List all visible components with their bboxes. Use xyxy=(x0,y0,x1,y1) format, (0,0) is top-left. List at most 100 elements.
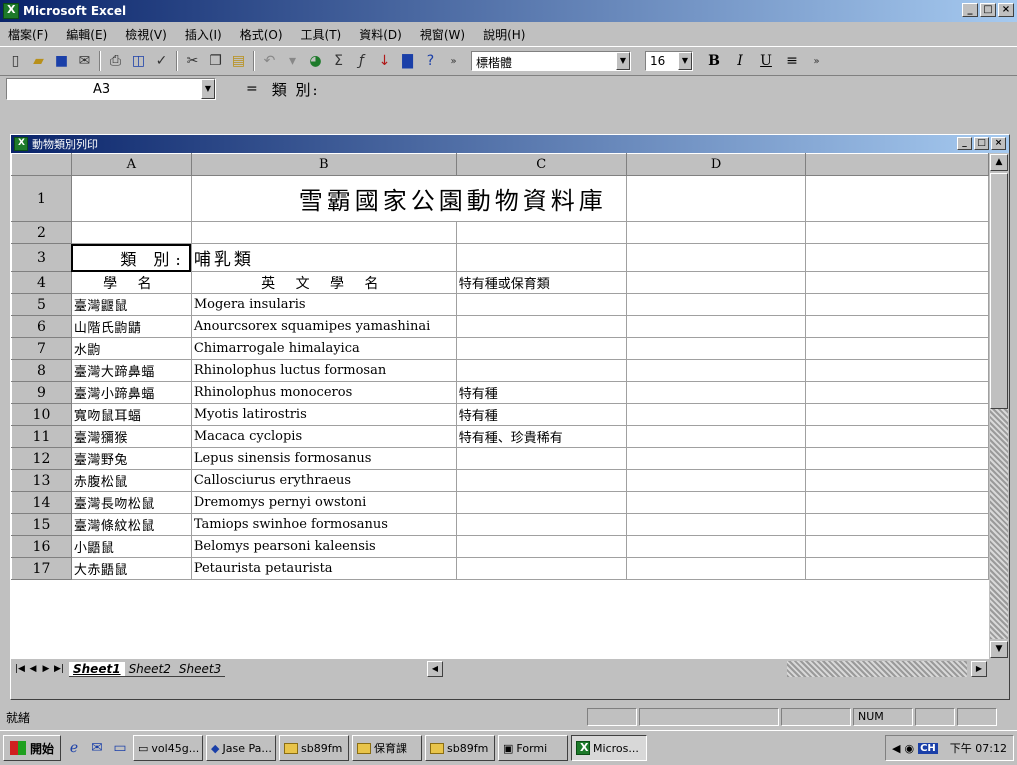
cell-a11[interactable]: 臺灣獼猴 xyxy=(70,425,192,448)
cell-b6[interactable]: Anourcsorex squamipes yamashinai xyxy=(190,315,457,338)
row-header[interactable]: 11 xyxy=(11,425,72,448)
cell-d6[interactable] xyxy=(625,315,807,338)
menu-tools[interactable]: 工具(T) xyxy=(299,24,344,45)
cell-e8[interactable] xyxy=(805,359,989,382)
minimize-button[interactable]: _ xyxy=(957,137,972,150)
cell-a9[interactable]: 臺灣小蹄鼻蝠 xyxy=(70,381,192,404)
cell-e7[interactable] xyxy=(805,337,989,360)
cell-b13[interactable]: Callosciurus erythraeus xyxy=(190,469,457,492)
column-header-a[interactable]: A xyxy=(70,153,192,176)
cell-b17[interactable]: Petaurista petaurista xyxy=(190,557,457,580)
tab-sheet2[interactable]: Sheet2 xyxy=(124,662,175,677)
row-header[interactable]: 9 xyxy=(11,381,72,404)
cell-a8[interactable]: 臺灣大蹄鼻蝠 xyxy=(70,359,192,382)
cell-c5[interactable] xyxy=(455,293,627,316)
cell-e6[interactable] xyxy=(805,315,989,338)
cell-d8[interactable] xyxy=(625,359,807,382)
cell-a6[interactable]: 山階氏鼩鼱 xyxy=(70,315,192,338)
cell-c16[interactable] xyxy=(455,535,627,558)
chevron-down-icon[interactable]: ▼ xyxy=(201,79,215,99)
cell-a12[interactable]: 臺灣野兔 xyxy=(70,447,192,470)
cell-b1-title[interactable]: 雪霸國家公園動物資料庫 xyxy=(190,175,627,222)
cell-e11[interactable] xyxy=(805,425,989,448)
volume-icon[interactable]: ◀ xyxy=(892,742,900,755)
cell-d12[interactable] xyxy=(625,447,807,470)
row-header[interactable]: 13 xyxy=(11,469,72,492)
cell-e17[interactable] xyxy=(805,557,989,580)
cell-e12[interactable] xyxy=(805,447,989,470)
row-header[interactable]: 5 xyxy=(11,293,72,316)
chart-wizard-icon[interactable]: ▇ xyxy=(396,50,419,72)
cell-c6[interactable] xyxy=(455,315,627,338)
row-header[interactable]: 2 xyxy=(11,221,72,244)
network-icon[interactable]: ◉ xyxy=(904,742,914,755)
formula-input[interactable]: 類 別: xyxy=(272,79,320,100)
cell-a10[interactable]: 寬吻鼠耳蝠 xyxy=(70,403,192,426)
chevron-down-icon[interactable]: ▼ xyxy=(678,52,692,70)
save-icon[interactable]: ■ xyxy=(50,50,73,72)
cell-a15[interactable]: 臺灣條紋松鼠 xyxy=(70,513,192,536)
menu-help[interactable]: 說明(H) xyxy=(481,24,527,45)
last-sheet-icon[interactable]: ▶| xyxy=(53,662,65,676)
row-header[interactable]: 4 xyxy=(11,271,72,294)
cell-a7[interactable]: 水鼩 xyxy=(70,337,192,360)
bold-button[interactable]: B xyxy=(701,50,727,72)
cell-c15[interactable] xyxy=(455,513,627,536)
font-name-select[interactable]: 標楷體 ▼ xyxy=(471,51,631,71)
cell-b2[interactable] xyxy=(190,221,457,244)
cell-e5[interactable] xyxy=(805,293,989,316)
font-size-select[interactable]: 16 ▼ xyxy=(645,51,693,71)
excel-icon[interactable] xyxy=(3,3,19,19)
cell-d16[interactable] xyxy=(625,535,807,558)
cell-d13[interactable] xyxy=(625,469,807,492)
cell-b15[interactable]: Tamiops swinhoe formosanus xyxy=(190,513,457,536)
cell-a1[interactable] xyxy=(70,175,192,222)
sort-ascending-icon[interactable]: ↓ xyxy=(373,50,396,72)
row-header[interactable]: 6 xyxy=(11,315,72,338)
next-sheet-icon[interactable]: ▶ xyxy=(40,662,52,676)
menu-view[interactable]: 檢視(V) xyxy=(123,24,169,45)
cell-c3[interactable] xyxy=(455,243,627,272)
cell-d3[interactable] xyxy=(625,243,807,272)
row-header[interactable]: 17 xyxy=(11,557,72,580)
cell-c10[interactable]: 特有種 xyxy=(455,403,627,426)
start-button[interactable]: 開始 xyxy=(3,735,62,761)
cell-c9[interactable]: 特有種 xyxy=(455,381,627,404)
cell-a2[interactable] xyxy=(70,221,192,244)
cell-b4[interactable]: 英 文 學 名 xyxy=(190,271,457,294)
tab-sheet1[interactable]: Sheet1 xyxy=(69,661,125,677)
task-button[interactable]: ◆ Jase Pa... xyxy=(206,735,277,761)
cell-b7[interactable]: Chimarrogale himalayica xyxy=(190,337,457,360)
row-header[interactable]: 1 xyxy=(11,175,72,222)
more-buttons-icon[interactable]: » xyxy=(442,50,465,72)
cell-e3[interactable] xyxy=(805,243,989,272)
copy-icon[interactable]: ❐ xyxy=(204,50,227,72)
name-box[interactable]: A3 ▼ xyxy=(6,78,216,100)
cell-c11[interactable]: 特有種、珍貴稀有 xyxy=(455,425,627,448)
column-header-d[interactable]: D xyxy=(625,153,807,176)
cell-e15[interactable] xyxy=(805,513,989,536)
cell-e9[interactable] xyxy=(805,381,989,404)
cell-b14[interactable]: Dremomys pernyi owstoni xyxy=(190,491,457,514)
cell-e10[interactable] xyxy=(805,403,989,426)
select-all-corner[interactable] xyxy=(11,153,72,176)
paste-icon[interactable]: ▤ xyxy=(227,50,250,72)
cell-d11[interactable] xyxy=(625,425,807,448)
cell-e4[interactable] xyxy=(805,271,989,294)
cell-b8[interactable]: Rhinolophus luctus formosan xyxy=(190,359,457,382)
scroll-left-icon[interactable]: ◀ xyxy=(427,661,443,677)
vertical-scrollbar[interactable]: ▲ ▼ xyxy=(989,153,1009,659)
cell-c7[interactable] xyxy=(455,337,627,360)
scroll-thumb[interactable] xyxy=(990,173,1008,409)
ime-indicator[interactable]: CH xyxy=(918,742,938,754)
row-header[interactable]: 3 xyxy=(11,243,72,272)
cell-c17[interactable] xyxy=(455,557,627,580)
row-header[interactable]: 8 xyxy=(11,359,72,382)
first-sheet-icon[interactable]: |◀ xyxy=(14,662,26,676)
show-desktop-icon[interactable]: ▭ xyxy=(110,737,130,759)
cell-d14[interactable] xyxy=(625,491,807,514)
cell-d7[interactable] xyxy=(625,337,807,360)
undo-icon[interactable]: ↶ xyxy=(258,50,281,72)
clock[interactable]: 下午 07:12 xyxy=(950,740,1007,756)
menu-window[interactable]: 視窗(W) xyxy=(418,24,467,45)
